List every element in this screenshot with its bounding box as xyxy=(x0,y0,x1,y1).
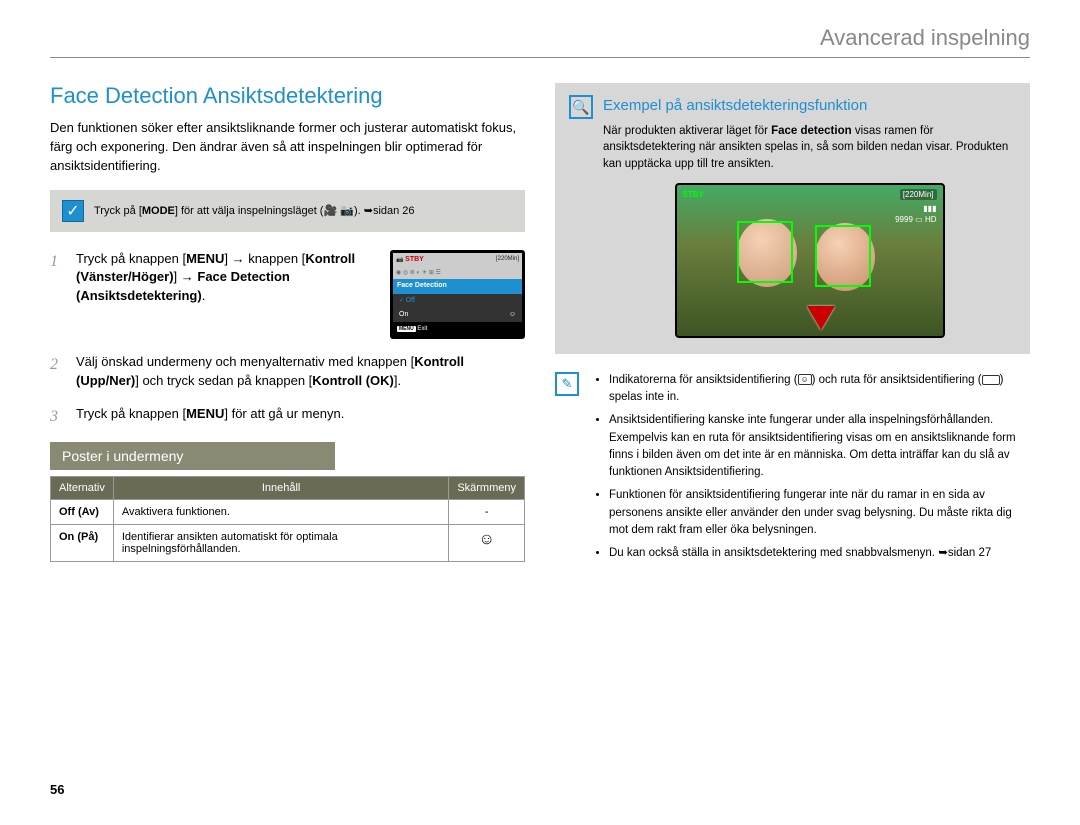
intro-paragraph: Den funktionen söker efter ansiktsliknan… xyxy=(50,119,525,176)
two-column-layout: Face Detection Ansiktsdetektering Den fu… xyxy=(50,83,1030,568)
face-detection-icon: ☺ xyxy=(509,310,516,320)
check-icon: ✓ xyxy=(62,200,84,222)
th-screen: Skärmmeny xyxy=(449,477,525,500)
step-3: 3 Tryck på knappen [MENU] för att gå ur … xyxy=(50,405,525,428)
th-alternative: Alternativ xyxy=(51,477,114,500)
step-body: Tryck på knappen [MENU] för att gå ur me… xyxy=(76,405,525,428)
ms-menu-body: Off On ☺ xyxy=(393,294,522,322)
preview-min: [220Min] xyxy=(900,189,937,201)
mode-hint-box: ✓ Tryck på [MODE] för att välja inspelni… xyxy=(50,190,525,232)
ms-menu-title: Face Detection xyxy=(393,279,522,293)
td-content-off: Avaktivera funktionen. xyxy=(113,500,448,525)
face-box-icon xyxy=(982,375,1000,385)
example-paragraph: När produkten aktiverar läget för Face d… xyxy=(603,123,1016,173)
submenu-heading: Poster i undermeny xyxy=(50,442,335,470)
example-box: 🔍 Exempel på ansiktsdetekteringsfunktion… xyxy=(555,83,1030,354)
example-title: Exempel på ansiktsdetekteringsfunktion xyxy=(603,95,1016,117)
menu-badge: MENU xyxy=(397,326,416,332)
step-number: 1 xyxy=(50,250,64,340)
step-body: Välj önskad undermeny och menyalternativ… xyxy=(76,353,525,391)
magnifier-icon: 🔍 xyxy=(569,95,593,119)
th-content: Innehåll xyxy=(113,477,448,500)
video-icon: 🎥 xyxy=(323,205,337,217)
td-screen-off: - xyxy=(449,500,525,525)
note-item: Indikatorerna för ansiktsidentifiering (… xyxy=(609,372,1030,407)
step-number: 3 xyxy=(50,405,64,428)
table-row: On (På) Identifierar ansikten automatisk… xyxy=(51,525,525,562)
red-cursor-arrow-icon xyxy=(807,306,835,330)
hint-text: Tryck på [MODE] för att välja inspelning… xyxy=(94,204,415,217)
td-content-on: Identifierar ansikten automatiskt för op… xyxy=(113,525,448,562)
face-detection-icon: ☺ xyxy=(478,531,494,548)
note-item: Ansiktsidentifiering kanske inte fungera… xyxy=(609,412,1030,481)
preview-stby: STBY xyxy=(683,189,704,201)
step-1: 1 📷 STBY [220Min] ◉ ◎ ⊚ ◐ ☀ ⊞ ☰ Face Det… xyxy=(50,250,525,340)
note-item: Du kan också ställa in ansiktsdetekterin… xyxy=(609,545,1030,562)
camera-preview: STBY [220Min] ▮▮▮ 9999 ▭ HD xyxy=(675,183,945,338)
td-alt-off: Off (Av) xyxy=(51,500,114,525)
step-number: 2 xyxy=(50,353,64,391)
photo-icon: ▭ xyxy=(915,215,923,224)
mode-chip-icon: 📷 xyxy=(396,257,403,263)
ms-footer: MENU Exit xyxy=(393,322,522,337)
options-table: Alternativ Innehåll Skärmmeny Off (Av) A… xyxy=(50,476,525,562)
note-list: Indikatorerna för ansiktsidentifiering (… xyxy=(591,372,1030,569)
menu-screenshot: 📷 STBY [220Min] ◉ ◎ ⊚ ◐ ☀ ⊞ ☰ Face Detec… xyxy=(390,250,525,340)
ms-minutes: [220Min] xyxy=(496,255,519,264)
right-column: 🔍 Exempel på ansiktsdetekteringsfunktion… xyxy=(555,83,1030,568)
note-item: Funktionen för ansiktsidentifiering fung… xyxy=(609,487,1030,539)
ms-top-bar: 📷 STBY [220Min] xyxy=(393,253,522,267)
note-icon: ✎ xyxy=(555,372,579,396)
preview-top-bar: STBY [220Min] xyxy=(683,189,937,201)
note-box: ✎ Indikatorerna för ansiktsidentifiering… xyxy=(555,372,1030,569)
chapter-header: Avancerad inspelning xyxy=(50,0,1030,58)
face-indicator-icon: ☺ xyxy=(798,374,812,385)
face-detection-box xyxy=(737,221,793,283)
battery-icon: ▮▮▮ xyxy=(923,204,936,213)
step-2: 2 Välj önskad undermeny och menyalternat… xyxy=(50,353,525,391)
ms-item-off: Off xyxy=(393,294,522,308)
left-column: Face Detection Ansiktsdetektering Den fu… xyxy=(50,83,525,568)
ms-icon-row: ◉ ◎ ⊚ ◐ ☀ ⊞ ☰ xyxy=(393,267,522,280)
chapter-title: Avancerad inspelning xyxy=(820,25,1030,50)
step-list: 1 📷 STBY [220Min] ◉ ◎ ⊚ ◐ ☀ ⊞ ☰ Face Det… xyxy=(50,250,525,429)
ms-item-on: On ☺ xyxy=(393,308,522,322)
step-body: 📷 STBY [220Min] ◉ ◎ ⊚ ◐ ☀ ⊞ ☰ Face Detec… xyxy=(76,250,525,340)
example-content: Exempel på ansiktsdetekteringsfunktion N… xyxy=(603,95,1016,340)
preview-top-right: ▮▮▮ 9999 ▭ HD xyxy=(895,203,936,226)
td-screen-on: ☺ xyxy=(449,525,525,562)
page-number: 56 xyxy=(50,782,64,797)
face-detection-box xyxy=(815,225,871,287)
table-row: Off (Av) Avaktivera funktionen. - xyxy=(51,500,525,525)
table-header-row: Alternativ Innehåll Skärmmeny xyxy=(51,477,525,500)
td-alt-on: On (På) xyxy=(51,525,114,562)
section-title: Face Detection Ansiktsdetektering xyxy=(50,83,525,109)
camera-icon: 📷 xyxy=(340,205,354,217)
